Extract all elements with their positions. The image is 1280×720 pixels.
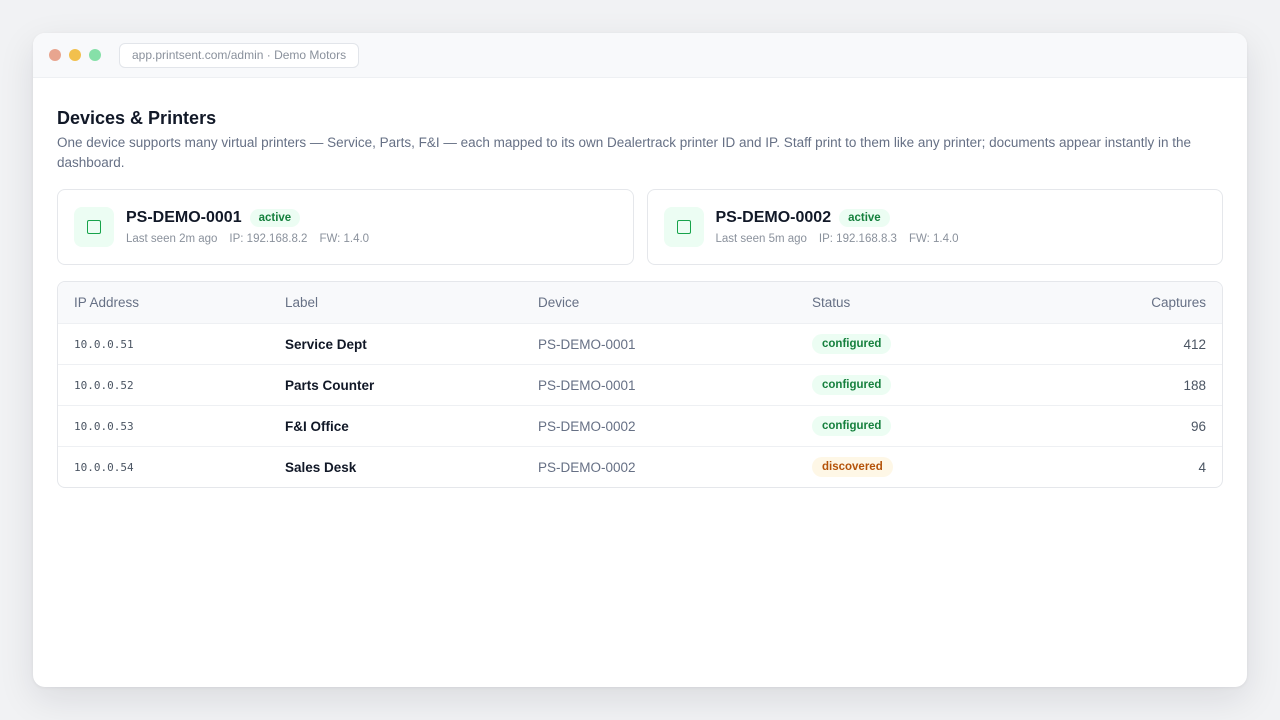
printer-captures: 4 (1198, 459, 1206, 475)
address-bar[interactable]: app.printsent.com/admin · Demo Motors (119, 42, 360, 68)
title-bar: app.printsent.com/admin · Demo Motors (33, 33, 1247, 78)
column-header-captures: Captures (1036, 282, 1222, 324)
device-name: PS-DEMO-0002 (715, 209, 832, 226)
device-card[interactable]: PS-DEMO-0001 active Last seen 2m ago IP:… (57, 189, 634, 265)
main-content: Devices & Printers One device supports m… (33, 107, 1247, 488)
device-name: PS-DEMO-0001 (126, 209, 242, 226)
printer-label: Service Dept (269, 323, 522, 365)
printers-table-card: IP Address Label Device Status Captures … (57, 281, 1223, 488)
device-firmware: FW: 1.4.0 (319, 233, 370, 245)
printer-captures: 412 (1036, 323, 1222, 365)
printer-label: Parts Counter (269, 364, 522, 406)
table-row[interactable]: 10.0.0.51 Service Dept PS-DEMO-0001 conf… (58, 323, 1222, 365)
printer-ip: 10.0.0.52 (58, 364, 269, 406)
maximize-window-button[interactable] (89, 49, 101, 61)
close-window-button[interactable] (49, 49, 61, 61)
device-cards: PS-DEMO-0001 active Last seen 2m ago IP:… (57, 189, 1223, 265)
column-header-ip: IP Address (58, 282, 269, 324)
device-ip: IP: 192.168.8.2 (229, 233, 308, 245)
status-badge: configured (812, 416, 892, 436)
page-description: One device supports many virtual printer… (57, 135, 1192, 170)
table-row[interactable]: 10.0.0.52 Parts Counter PS-DEMO-0001 con… (58, 364, 1222, 406)
device-status-badge: active (249, 209, 301, 227)
device-ip: IP: 192.168.8.3 (818, 233, 897, 245)
device-last-seen: Last seen 5m ago (715, 233, 807, 245)
table-row[interactable]: 10.0.0.54 Sales Desk PS-DEMO-0002 discov… (58, 447, 1222, 488)
device-icon (74, 207, 114, 247)
device-icon (663, 207, 704, 247)
table-header-row: IP Address Label Device Status Captures (58, 282, 1222, 324)
column-header-label: Label (269, 282, 522, 324)
status-badge: configured (812, 375, 892, 395)
browser-window: app.printsent.com/admin · Demo Motors De… (33, 33, 1247, 687)
column-header-status: Status (796, 282, 1037, 324)
printer-captures: 96 (1036, 405, 1222, 447)
printer-device: PS-DEMO-0002 (538, 459, 636, 475)
printer-ip: 10.0.0.53 (58, 405, 269, 447)
device-card[interactable]: PS-DEMO-0002 active Last seen 5m ago IP:… (646, 189, 1223, 265)
printer-label: F&I Office (269, 405, 522, 447)
address-bar-text: app.printsent.com/admin · Demo Motors (132, 48, 347, 62)
printer-ip: 10.0.0.51 (58, 323, 269, 365)
page-title: Devices & Printers (57, 108, 217, 128)
printer-device: PS-DEMO-0001 (522, 364, 796, 406)
status-badge: configured (812, 334, 892, 354)
column-header-device: Device (522, 282, 796, 324)
printer-ip: 10.0.0.54 (74, 460, 134, 474)
minimize-window-button[interactable] (69, 49, 81, 61)
printer-label: Sales Desk (285, 459, 357, 475)
printers-table: IP Address Label Device Status Captures … (58, 282, 1222, 487)
device-firmware: FW: 1.4.0 (908, 233, 959, 245)
table-row[interactable]: 10.0.0.53 F&I Office PS-DEMO-0002 config… (58, 405, 1222, 447)
device-last-seen: Last seen 2m ago (126, 233, 218, 245)
printer-device: PS-DEMO-0002 (522, 405, 796, 447)
printer-captures: 188 (1036, 364, 1222, 406)
device-status-badge: active (839, 209, 890, 227)
printer-device: PS-DEMO-0001 (522, 323, 796, 365)
status-badge: discovered (812, 457, 893, 477)
